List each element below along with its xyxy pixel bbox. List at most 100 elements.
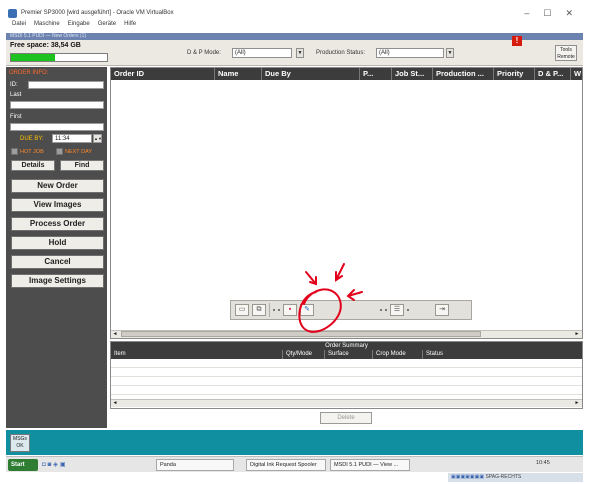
production-status-select[interactable]: (All) <box>376 48 444 58</box>
list-icon[interactable]: ☰ <box>390 304 404 316</box>
process-order-button[interactable]: Process Order <box>11 217 104 231</box>
messages-button[interactable]: MSGs OK <box>10 434 30 452</box>
summary-row[interactable] <box>111 387 582 395</box>
copy-icon[interactable]: ⧉ <box>252 304 266 316</box>
next-day-checkbox[interactable] <box>56 148 63 155</box>
virtualbox-icon <box>8 8 17 18</box>
alert-icon[interactable]: ! <box>512 36 522 46</box>
scroll-left-icon[interactable]: ◄ <box>111 331 119 338</box>
scroll-thumb[interactable] <box>121 331 481 337</box>
scroll-right-icon[interactable]: ► <box>573 331 581 338</box>
app-toolbar: Free space: 38,54 GB D & P Mode: (All) ▼… <box>6 36 583 66</box>
hot-job-label: HOT JOB <box>20 149 44 155</box>
toolbar-separator <box>269 303 270 317</box>
free-space-label: Free space: 38,54 GB <box>10 42 81 49</box>
due-time-input[interactable]: 11:34 <box>52 134 92 143</box>
col-priority[interactable]: Priority <box>494 68 535 80</box>
id-label: ID: <box>10 82 18 88</box>
orders-grid[interactable]: Order ID Name Due By P... Job St... Prod… <box>110 67 583 339</box>
app-titlebar: MSDI 5.1 PUDI — New Orders (1) <box>6 33 583 40</box>
menu-geraete[interactable]: Geräte <box>98 21 116 32</box>
sum-col-crop-mode[interactable]: Crop Mode <box>373 350 423 359</box>
minimize-button[interactable]: – <box>524 8 529 19</box>
guest-taskbar: Start ◘◙◈▣ Panda Digital Ink Request Spo… <box>6 456 583 472</box>
taskbar-task-msdi[interactable]: MSDI 5.1 PUDI — View ... <box>330 459 410 471</box>
host-tray: ▣▣▣▣▣▣▣ SPAG-RECHTS <box>448 473 583 482</box>
sum-col-status[interactable]: Status <box>423 350 582 359</box>
col-w[interactable]: W <box>571 68 582 80</box>
cancel-button[interactable]: Cancel <box>11 255 104 269</box>
view-images-button[interactable]: View Images <box>11 198 104 212</box>
quicklaunch-icons[interactable]: ◘◙◈▣ <box>42 461 92 469</box>
sum-col-qty-mode[interactable]: Qty/Mode <box>283 350 325 359</box>
new-order-button[interactable]: New Order <box>11 179 104 193</box>
start-button[interactable]: Start <box>8 459 38 471</box>
orders-grid-header: Order ID Name Due By P... Job St... Prod… <box>111 68 582 80</box>
folder-icon[interactable]: ▭ <box>235 304 249 316</box>
col-name[interactable]: Name <box>215 68 262 80</box>
image-settings-button[interactable]: Image Settings <box>11 274 104 288</box>
floating-toolbar: ▭ ⧉ ▪ ✎ ☰ ⇥ <box>230 300 472 320</box>
col-production[interactable]: Production ... <box>433 68 494 80</box>
last-name-input[interactable] <box>10 101 104 109</box>
col-job-status[interactable]: Job St... <box>392 68 433 80</box>
hold-button[interactable]: Hold <box>11 236 104 250</box>
dp-mode-select[interactable]: (All) <box>232 48 292 58</box>
taskbar-task-spooler[interactable]: Digital Ink Request Spooler <box>246 459 326 471</box>
summary-horizontal-scrollbar[interactable]: ◄ ► <box>111 399 582 407</box>
time-spinner-icon[interactable]: ▲▼ <box>93 134 102 143</box>
tray-icons[interactable]: ▣▣▣▣▣▣▣ <box>451 474 485 480</box>
menu-eingabe[interactable]: Eingabe <box>68 21 90 32</box>
due-by-label: DUE BY: <box>20 136 44 142</box>
menu-maschine[interactable]: Maschine <box>34 21 60 32</box>
edit-icon[interactable]: ✎ <box>300 304 314 316</box>
delete-button[interactable]: Delete <box>320 412 372 424</box>
details-button[interactable]: Details <box>11 160 55 171</box>
tools-label: Tools <box>560 47 572 53</box>
first-name-input[interactable] <box>10 123 104 131</box>
tray-label: SPAG-RECHTS <box>485 474 522 480</box>
close-button[interactable]: ✕ <box>565 8 573 19</box>
free-space-fill <box>11 54 56 61</box>
tools-button[interactable]: Tools Remote <box>555 45 577 61</box>
summary-scroll-right-icon[interactable]: ► <box>573 400 581 407</box>
dp-mode-label: D & P Mode: <box>187 50 221 56</box>
window-title: Premier SP3000 [wird ausgeführt] - Oracl… <box>21 10 174 16</box>
hot-job-checkbox[interactable] <box>11 148 18 155</box>
next-day-label: NEXT DAY <box>65 149 92 155</box>
col-due-by[interactable]: Due By <box>262 68 360 80</box>
taskbar-task-panda[interactable]: Panda <box>156 459 234 471</box>
maximize-button[interactable]: ☐ <box>543 8 551 19</box>
export-icon[interactable]: ⇥ <box>435 304 449 316</box>
last-label: Last <box>10 92 22 98</box>
col-order-id[interactable]: Order ID <box>111 68 215 80</box>
tools-sublabel: Remote <box>557 54 575 60</box>
vm-menubar: Datei Maschine Eingabe Geräte Hilfe <box>6 21 583 32</box>
col-dp[interactable]: D & P... <box>535 68 571 80</box>
sum-col-surface[interactable]: Surface <box>325 350 373 359</box>
flag-icon[interactable]: ▪ <box>283 304 297 316</box>
messages-status: OK <box>16 443 24 449</box>
order-summary-panel: Order Summary Item Qty/Mode Surface Crop… <box>110 341 583 409</box>
sum-col-item[interactable]: Item <box>111 350 283 359</box>
summary-row[interactable] <box>111 369 582 377</box>
menu-hilfe[interactable]: Hilfe <box>124 21 136 32</box>
production-status-label: Production Status: <box>316 50 366 56</box>
order-sidebar: ORDER INFO: ID: Last First DUE BY: 11:34… <box>6 67 107 428</box>
col-p[interactable]: P... <box>360 68 392 80</box>
message-strip: MSGs OK <box>6 430 583 455</box>
id-input[interactable] <box>28 81 104 89</box>
summary-row[interactable] <box>111 378 582 386</box>
order-info-label: ORDER INFO: <box>9 70 49 76</box>
menu-datei[interactable]: Datei <box>12 21 26 32</box>
summary-scroll-left-icon[interactable]: ◄ <box>111 400 119 407</box>
first-label: First <box>10 114 22 120</box>
find-button[interactable]: Find <box>60 160 104 171</box>
summary-row[interactable] <box>111 360 582 368</box>
production-status-dropdown-icon[interactable]: ▼ <box>446 48 454 58</box>
clock: 10:45 <box>536 460 550 466</box>
free-space-bar <box>10 53 108 62</box>
dp-mode-dropdown-icon[interactable]: ▼ <box>296 48 304 58</box>
window-titlebar: Premier SP3000 [wird ausgeführt] - Oracl… <box>6 6 583 20</box>
grid-horizontal-scrollbar[interactable]: ◄ ► <box>111 330 582 338</box>
